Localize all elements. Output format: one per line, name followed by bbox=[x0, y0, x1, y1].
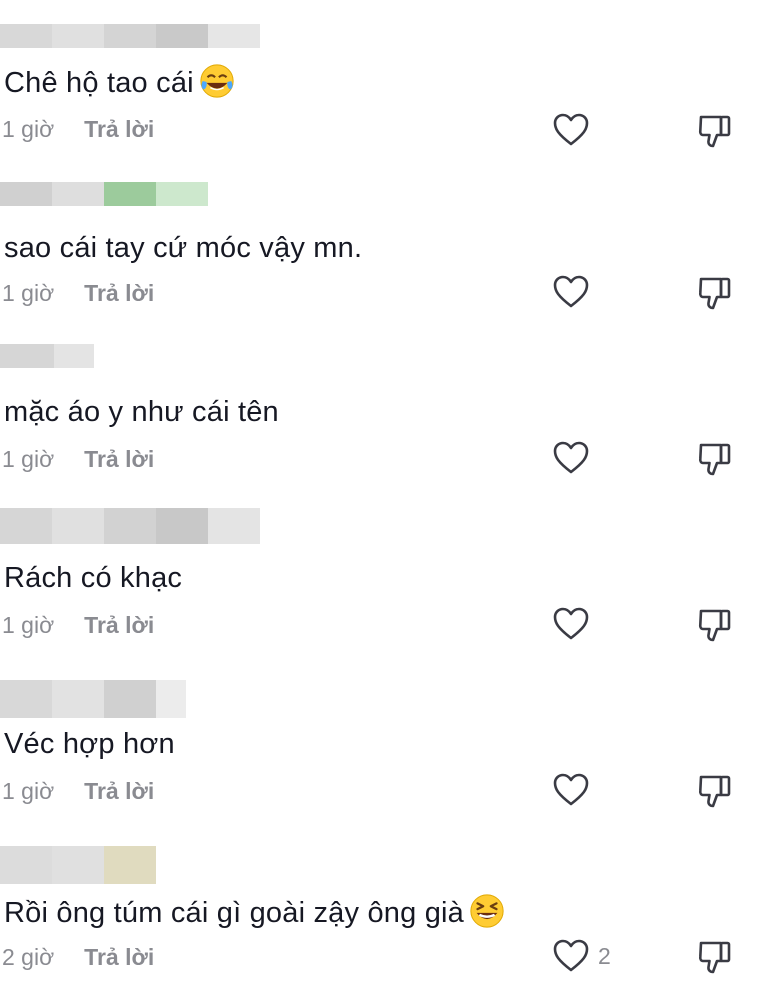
comment-meta: 1 giờ Trả lời bbox=[2, 610, 154, 640]
dislike-button[interactable] bbox=[696, 606, 734, 644]
heart-outline-icon bbox=[553, 275, 589, 308]
comment-text: Chê hộ tao cái bbox=[4, 67, 194, 99]
comment-time: 2 giờ bbox=[2, 944, 55, 970]
blurred-username bbox=[0, 846, 156, 884]
heart-outline-icon bbox=[553, 113, 589, 146]
comment-item: Rách có khạc 1 giờ Trả lời bbox=[0, 508, 764, 674]
dislike-button[interactable] bbox=[696, 112, 734, 150]
comment-text: Rồi ông túm cái gì goài zậy ông già bbox=[4, 897, 464, 929]
reply-button[interactable]: Trả lời bbox=[84, 944, 154, 970]
comment-meta: 1 giờ Trả lời bbox=[2, 114, 154, 144]
like-button[interactable] bbox=[552, 772, 590, 808]
thumbs-down-icon bbox=[698, 277, 731, 310]
heart-outline-icon bbox=[553, 441, 589, 474]
heart-outline-icon bbox=[553, 607, 589, 640]
comment-text: Véc hợp hơn bbox=[4, 728, 175, 760]
like-button[interactable] bbox=[552, 938, 590, 974]
comment-text: sao cái tay cứ móc vậy mn. bbox=[4, 232, 363, 264]
reply-button[interactable]: Trả lời bbox=[84, 116, 154, 142]
comment-text-row: Chê hộ tao cái bbox=[4, 62, 236, 103]
dislike-button[interactable] bbox=[696, 274, 734, 312]
reply-button[interactable]: Trả lời bbox=[84, 280, 154, 306]
reply-button[interactable]: Trả lời bbox=[84, 778, 154, 804]
thumbs-down-icon bbox=[698, 443, 731, 476]
comment-meta: 2 giờ Trả lời bbox=[2, 942, 154, 972]
comment-item: Rồi ông túm cái gì goài zậy ông già 2 gi… bbox=[0, 846, 764, 996]
comment-time: 1 giờ bbox=[2, 116, 55, 142]
reply-button[interactable]: Trả lời bbox=[84, 446, 154, 472]
comment-item: Chê hộ tao cái 1 giờ Trả lời bbox=[0, 24, 764, 190]
comment-text: Rách có khạc bbox=[4, 562, 183, 594]
comment-item: Véc hợp hơn 1 giờ Trả lời bbox=[0, 680, 764, 846]
heart-outline-icon bbox=[553, 773, 589, 806]
comment-text-row: mặc áo y như cái tên bbox=[4, 392, 279, 432]
face-with-tears-of-joy-icon bbox=[200, 64, 234, 98]
blurred-username bbox=[0, 182, 208, 206]
comment-meta: 1 giờ Trả lời bbox=[2, 278, 154, 308]
heart-outline-icon bbox=[553, 939, 589, 972]
thumbs-down-icon bbox=[698, 115, 731, 148]
like-button[interactable] bbox=[552, 606, 590, 642]
comment-time: 1 giờ bbox=[2, 612, 55, 638]
blurred-username bbox=[0, 24, 260, 48]
thumbs-down-icon bbox=[698, 609, 731, 642]
blurred-username bbox=[0, 344, 94, 368]
reply-button[interactable]: Trả lời bbox=[84, 612, 154, 638]
comment-meta: 1 giờ Trả lời bbox=[2, 776, 154, 806]
comment-text-row: sao cái tay cứ móc vậy mn. bbox=[4, 228, 362, 268]
like-count: 2 bbox=[598, 943, 611, 969]
comment-item: mặc áo y như cái tên 1 giờ Trả lời bbox=[0, 344, 764, 510]
comment-text: mặc áo y như cái tên bbox=[4, 396, 279, 428]
comment-text-row: Rách có khạc bbox=[4, 558, 182, 598]
comment-item: sao cái tay cứ móc vậy mn. 1 giờ Trả lời bbox=[0, 182, 764, 348]
blurred-username bbox=[0, 508, 260, 544]
comment-time: 1 giờ bbox=[2, 280, 55, 306]
comment-text-row: Véc hợp hơn bbox=[4, 724, 175, 764]
grinning-squinting-face-icon bbox=[470, 894, 504, 928]
comment-time: 1 giờ bbox=[2, 778, 55, 804]
comment-time: 1 giờ bbox=[2, 446, 55, 472]
like-button[interactable] bbox=[552, 274, 590, 310]
like-button[interactable] bbox=[552, 112, 590, 148]
dislike-button[interactable] bbox=[696, 938, 734, 976]
blurred-username bbox=[0, 680, 186, 718]
thumbs-down-icon bbox=[698, 941, 731, 974]
like-button[interactable] bbox=[552, 440, 590, 476]
dislike-button[interactable] bbox=[696, 772, 734, 810]
dislike-button[interactable] bbox=[696, 440, 734, 478]
thumbs-down-icon bbox=[698, 775, 731, 808]
comment-text-row: Rồi ông túm cái gì goài zậy ông già bbox=[4, 892, 506, 933]
comment-meta: 1 giờ Trả lời bbox=[2, 444, 154, 474]
